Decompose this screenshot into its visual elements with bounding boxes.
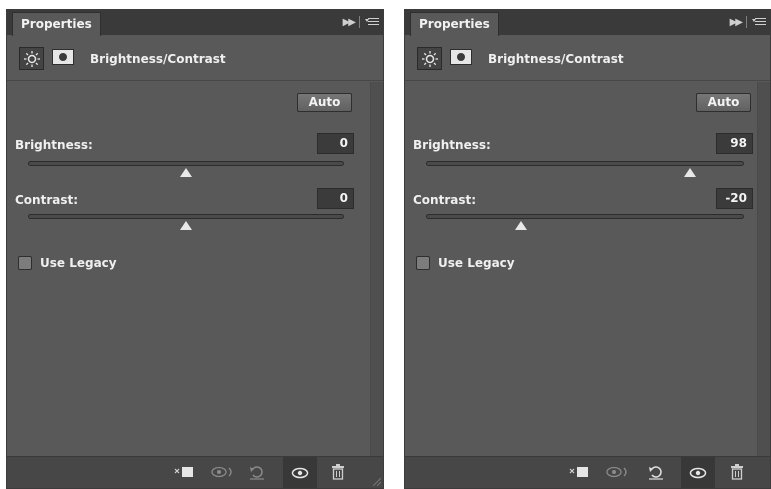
eye-icon bbox=[689, 467, 707, 478]
brightness-label: Brightness: bbox=[413, 138, 491, 152]
clip-to-layer-icon[interactable] bbox=[568, 463, 590, 481]
tab-properties[interactable]: Properties bbox=[12, 12, 101, 36]
brightness-sun-icon bbox=[421, 50, 438, 67]
layer-mask-icon[interactable] bbox=[450, 49, 472, 65]
brightness-slider[interactable] bbox=[426, 161, 744, 166]
tab-properties[interactable]: Properties bbox=[410, 12, 499, 36]
divider bbox=[746, 16, 747, 28]
trash-icon[interactable] bbox=[728, 463, 746, 481]
scrollbar[interactable] bbox=[757, 82, 770, 457]
adjustment-title: Brightness/Contrast bbox=[488, 52, 624, 66]
brightness-slider-thumb[interactable] bbox=[180, 168, 192, 177]
adjustment-header: Brightness/Contrast bbox=[405, 35, 770, 81]
clip-to-layer-icon[interactable] bbox=[173, 463, 195, 481]
auto-button[interactable]: Auto bbox=[696, 93, 751, 112]
brightness-sun-icon bbox=[23, 50, 40, 67]
use-legacy-checkbox[interactable] bbox=[18, 256, 32, 270]
visibility-toggle[interactable] bbox=[283, 457, 317, 488]
panel-tab-bar: Properties ▶▶ bbox=[405, 10, 770, 36]
eye-icon bbox=[291, 467, 309, 478]
contrast-label: Contrast: bbox=[15, 193, 79, 207]
contrast-slider-thumb[interactable] bbox=[515, 221, 528, 230]
use-legacy-checkbox[interactable] bbox=[416, 256, 430, 270]
use-legacy-label: Use Legacy bbox=[438, 256, 515, 270]
auto-button[interactable]: Auto bbox=[297, 93, 352, 112]
resize-grip-icon[interactable] bbox=[373, 478, 381, 486]
layer-mask-icon[interactable] bbox=[52, 49, 74, 65]
contrast-slider[interactable] bbox=[426, 214, 744, 219]
brightness-label: Brightness: bbox=[15, 138, 93, 152]
contrast-slider[interactable] bbox=[28, 214, 344, 219]
panel-menu-icon[interactable] bbox=[365, 17, 379, 27]
view-previous-state-icon[interactable] bbox=[605, 463, 631, 481]
divider bbox=[359, 16, 360, 28]
contrast-field[interactable]: 0 bbox=[317, 188, 354, 209]
contrast-label: Contrast: bbox=[413, 193, 477, 207]
brightness-slider-thumb[interactable] bbox=[683, 168, 696, 177]
brightness-adjustment-button[interactable] bbox=[19, 47, 44, 70]
adjustment-title: Brightness/Contrast bbox=[90, 52, 226, 66]
brightness-slider[interactable] bbox=[28, 161, 344, 166]
contrast-slider-thumb[interactable] bbox=[180, 221, 192, 230]
adjustment-header: Brightness/Contrast bbox=[7, 35, 383, 81]
brightness-field[interactable]: 98 bbox=[716, 133, 753, 154]
panel-menu-icon[interactable] bbox=[752, 17, 766, 27]
use-legacy-label: Use Legacy bbox=[40, 256, 117, 270]
use-legacy-option[interactable]: Use Legacy bbox=[18, 256, 117, 270]
properties-panel-left: Properties ▶▶ Brightness/Contrast Auto B… bbox=[6, 9, 384, 489]
reset-icon[interactable] bbox=[646, 463, 666, 481]
trash-icon[interactable] bbox=[329, 463, 347, 481]
scrollbar[interactable] bbox=[370, 82, 383, 457]
panel-footer bbox=[405, 456, 770, 488]
reset-icon[interactable] bbox=[247, 463, 267, 481]
view-previous-state-icon[interactable] bbox=[210, 463, 236, 481]
contrast-field[interactable]: -20 bbox=[716, 188, 753, 209]
brightness-field[interactable]: 0 bbox=[317, 133, 354, 154]
double-chevron-icon[interactable]: ▶▶ bbox=[343, 17, 356, 28]
panel-content: Auto Brightness: 0 Contrast: 0 Use Legac… bbox=[7, 82, 371, 457]
panel-tab-bar: Properties ▶▶ bbox=[7, 10, 383, 36]
double-chevron-icon[interactable]: ▶▶ bbox=[730, 17, 743, 28]
visibility-toggle[interactable] bbox=[681, 457, 715, 488]
panel-footer bbox=[7, 456, 383, 488]
panel-content: Auto Brightness: 98 Contrast: -20 Use Le… bbox=[405, 82, 758, 457]
brightness-adjustment-button[interactable] bbox=[417, 47, 442, 70]
use-legacy-option[interactable]: Use Legacy bbox=[416, 256, 515, 270]
properties-panel-right: Properties ▶▶ Brightness/Contrast Auto B… bbox=[404, 9, 771, 489]
